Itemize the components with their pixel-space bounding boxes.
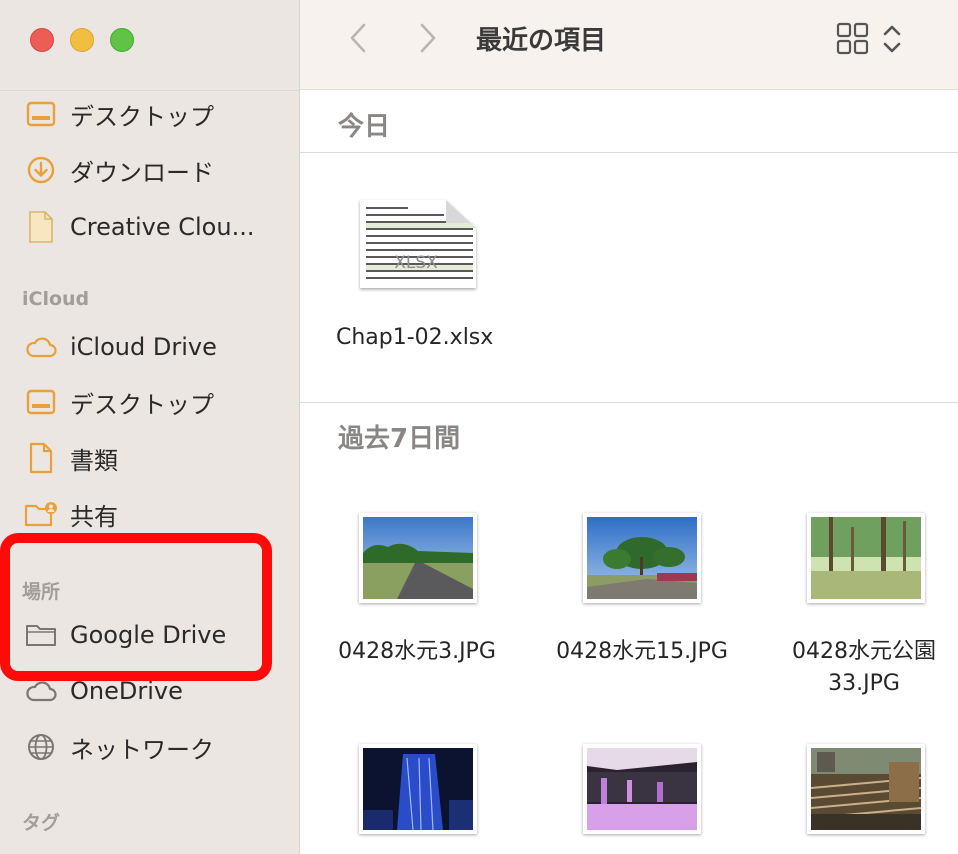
toolbar: 最近の項目 [300, 0, 958, 90]
desktop-icon [24, 385, 58, 419]
highlight-annotation [0, 533, 272, 681]
night-building-photo [363, 748, 473, 831]
sidebar: デスクトップ ダウンロード Creative Clou... iCloud iC… [0, 0, 300, 854]
sidebar-item-desktop[interactable]: デスクトップ [24, 94, 214, 134]
back-button[interactable] [338, 18, 378, 58]
park-trees-photo [587, 517, 697, 599]
sidebar-item-icloud-desktop[interactable]: デスクトップ [24, 382, 214, 422]
chevron-left-icon [350, 23, 366, 53]
sidebar-item-label: OneDrive [70, 677, 183, 705]
cloud-icon [24, 330, 58, 364]
document-icon [24, 210, 58, 244]
chevron-up-down-icon [883, 25, 901, 53]
section-divider [300, 402, 958, 403]
sidebar-item-network[interactable]: ネットワーク [24, 727, 214, 767]
forward-button[interactable] [408, 18, 448, 58]
grid-view-icon [836, 22, 869, 55]
sidebar-item-creative-cloud[interactable]: Creative Clou... [24, 207, 254, 247]
section-divider [300, 152, 958, 153]
section-title: 今日 [338, 112, 391, 142]
file-name: 0428水元公園 [792, 639, 936, 664]
sidebar-item-shared[interactable]: 共有 [24, 494, 118, 534]
photo-thumbnail[interactable] [807, 513, 925, 603]
minimize-window-button[interactable] [70, 28, 94, 52]
sidebar-item-label: デスクトップ [70, 390, 214, 419]
sidebar-item-label: 書類 [70, 446, 118, 475]
sidebar-divider [0, 90, 300, 91]
view-options-button[interactable] [880, 22, 904, 56]
night-plaza-photo [587, 748, 697, 830]
xlsx-file-icon: XLSX [360, 200, 476, 288]
sidebar-item-documents[interactable]: 書類 [24, 438, 118, 478]
sidebar-item-label: ネットワーク [70, 735, 214, 764]
file-name-line2: 33.JPG [828, 671, 900, 696]
chevron-right-icon [420, 23, 436, 53]
desktop-icon [24, 97, 58, 131]
sidebar-section-icloud: iCloud [22, 288, 90, 310]
sidebar-item-label: Creative Clou... [70, 213, 255, 241]
sidebar-item-label: iCloud Drive [70, 333, 217, 361]
forest-photo [811, 517, 921, 599]
section-today: 今日 [300, 92, 958, 154]
shared-folder-icon [24, 497, 58, 531]
file-item[interactable]: XLSX Chap1-02.xlsx [320, 196, 516, 354]
file-name: Chap1-02.xlsx [336, 325, 494, 350]
globe-icon [24, 730, 58, 764]
window-title: 最近の項目 [476, 26, 607, 56]
file-name: 0428水元3.JPG [338, 639, 496, 664]
photo-thumbnail[interactable] [807, 744, 925, 834]
sidebar-section-tags: タグ [22, 812, 61, 834]
icon-view-button[interactable] [836, 22, 870, 56]
document-icon [24, 441, 58, 475]
stairs-photo [810, 748, 922, 830]
photo-thumbnail[interactable] [583, 744, 701, 834]
park-path-photo [363, 517, 473, 599]
sidebar-item-label: デスクトップ [70, 102, 214, 131]
window-controls [30, 28, 134, 52]
photo-thumbnail[interactable] [359, 513, 477, 603]
sidebar-item-downloads[interactable]: ダウンロード [24, 150, 214, 190]
file-type-badge: XLSX [394, 253, 438, 273]
download-icon [24, 153, 58, 187]
file-name: 0428水元15.JPG [556, 639, 728, 664]
zoom-window-button[interactable] [110, 28, 134, 52]
photo-thumbnail[interactable] [583, 513, 701, 603]
sidebar-item-icloud-drive[interactable]: iCloud Drive [24, 327, 217, 367]
sidebar-item-label: ダウンロード [70, 158, 214, 187]
sidebar-item-label: 共有 [70, 502, 118, 531]
section-past-7-days: 過去7日間 [300, 404, 958, 466]
photo-thumbnail[interactable] [359, 744, 477, 834]
section-title: 過去7日間 [338, 424, 461, 454]
close-window-button[interactable] [30, 28, 54, 52]
